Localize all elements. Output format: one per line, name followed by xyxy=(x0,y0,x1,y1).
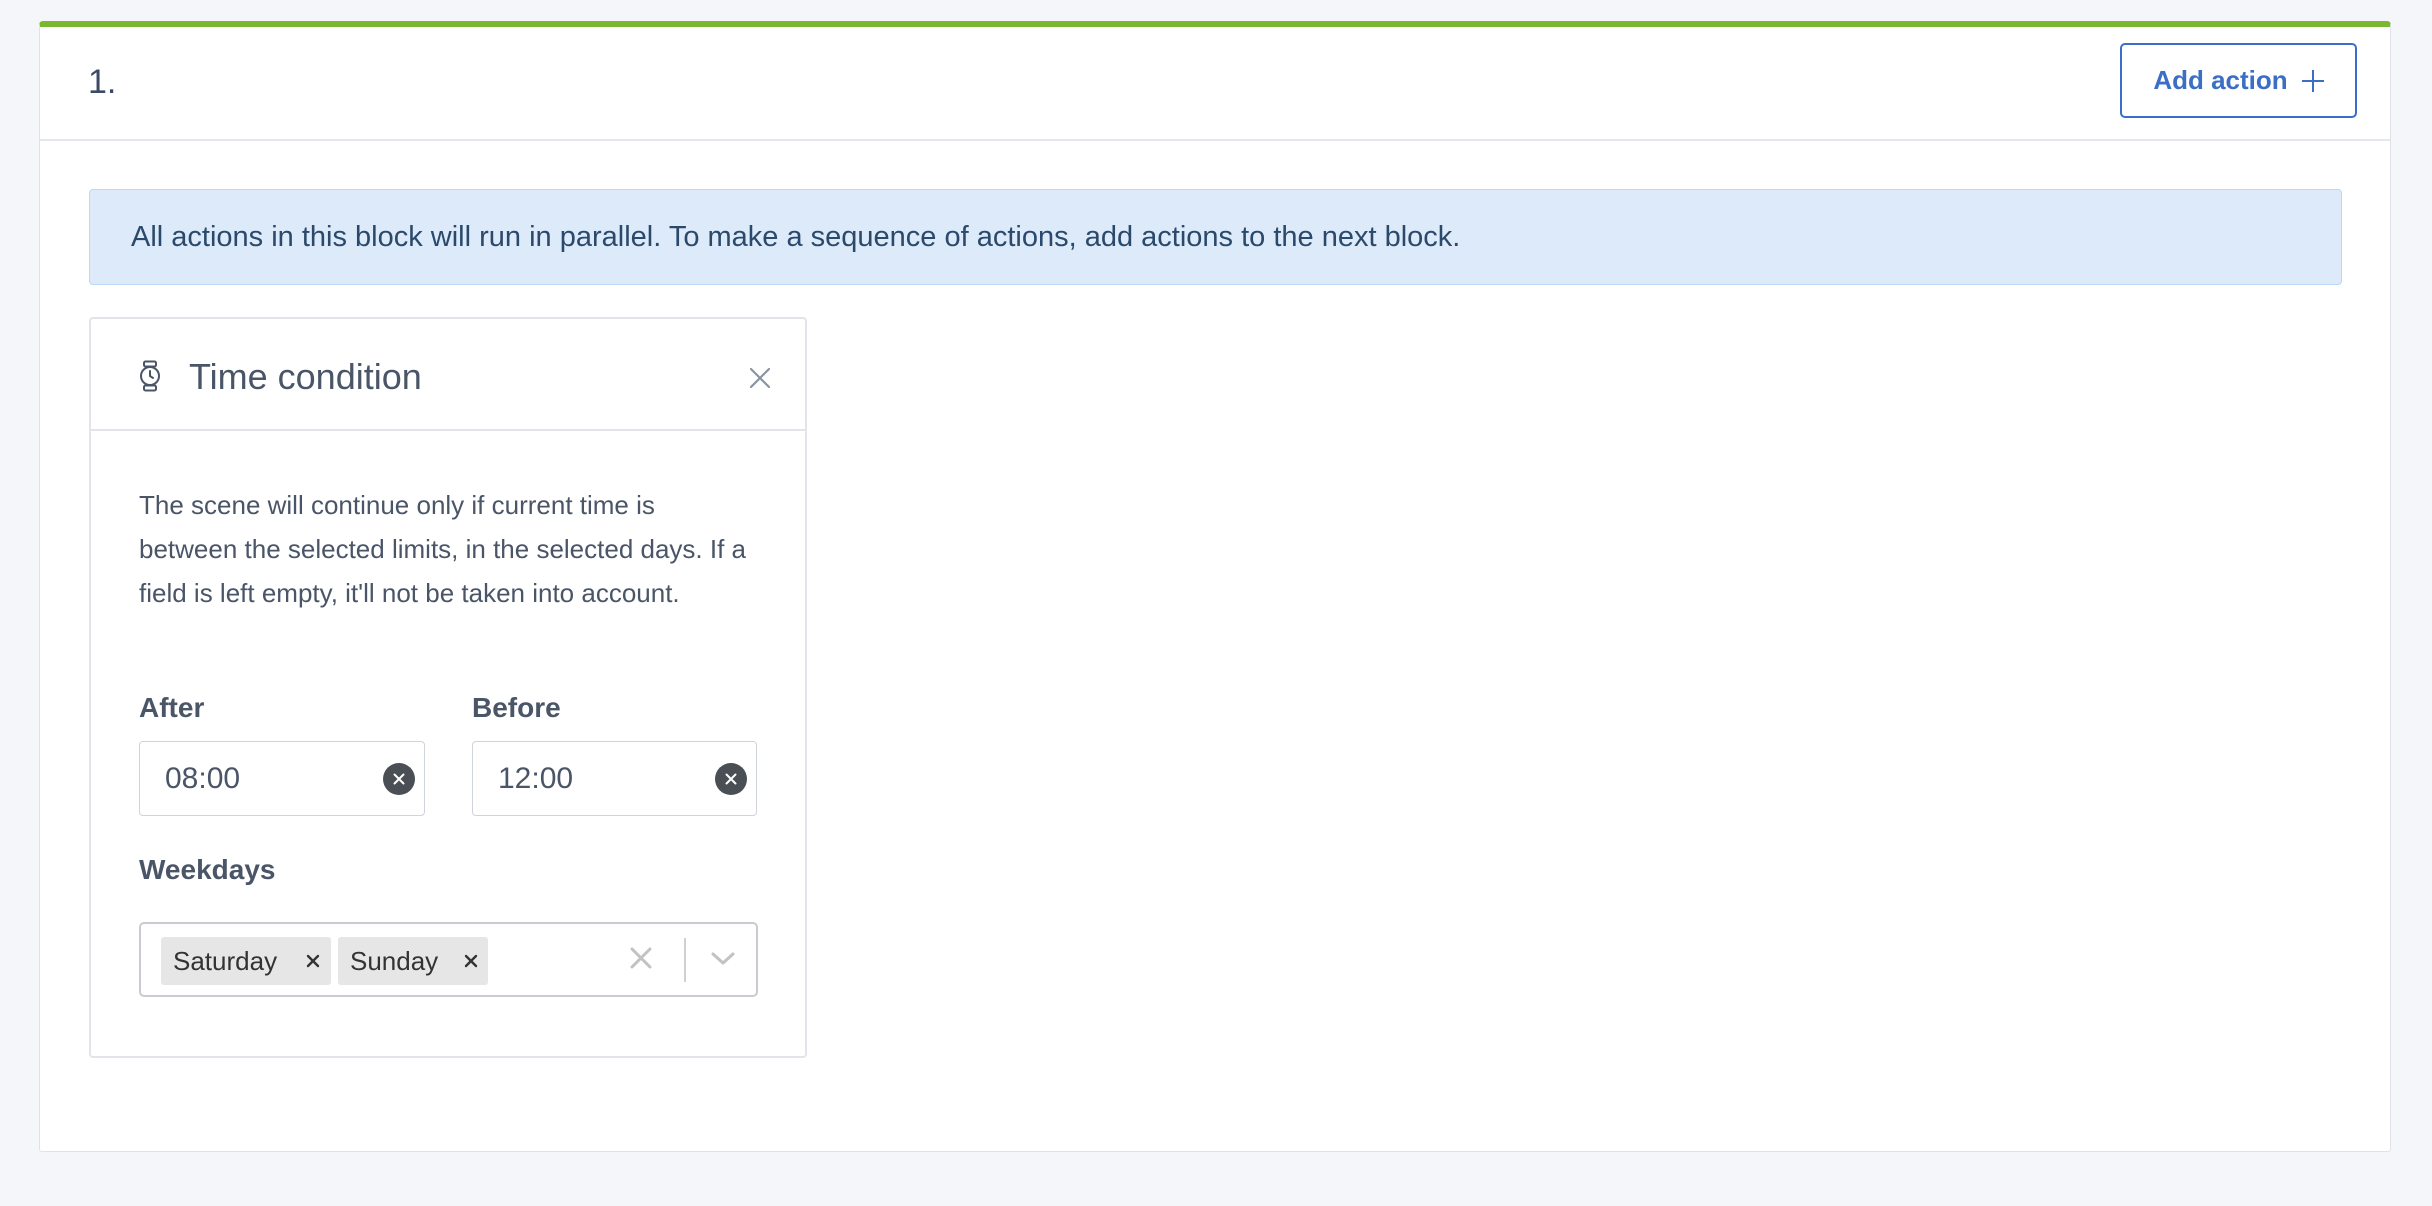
close-icon[interactable] xyxy=(749,367,771,394)
after-time-input[interactable]: 08:00 xyxy=(139,741,425,816)
before-time-input[interactable]: 12:00 xyxy=(472,741,757,816)
add-action-button[interactable]: Add action xyxy=(2120,43,2357,118)
parallel-info-alert: All actions in this block will run in pa… xyxy=(89,189,2342,285)
chip-label: Saturday xyxy=(173,945,278,976)
weekday-chip: Saturday xyxy=(161,937,331,985)
before-label: Before xyxy=(472,692,561,723)
chevron-down-icon[interactable] xyxy=(710,950,736,973)
chip-label: Sunday xyxy=(350,945,439,976)
remove-chip-icon[interactable] xyxy=(297,937,329,985)
clear-after-icon[interactable] xyxy=(383,763,415,795)
weekdays-select[interactable]: Saturday Sunday xyxy=(139,922,758,997)
card-title: Time condition xyxy=(189,356,422,397)
weekday-chip: Sunday xyxy=(338,937,488,985)
before-time-value: 12:00 xyxy=(498,762,574,795)
card-header: Time condition xyxy=(91,319,805,431)
card-description: The scene will continue only if current … xyxy=(139,490,747,608)
clear-all-icon[interactable] xyxy=(629,946,653,975)
info-text: All actions in this block will run in pa… xyxy=(131,220,1461,253)
action-block: 1. Add action All actions in this block … xyxy=(39,21,2391,1152)
time-condition-card: Time condition The scene will continue o… xyxy=(89,317,807,1058)
weekdays-label: Weekdays xyxy=(139,854,276,885)
select-divider xyxy=(684,938,686,982)
add-action-label: Add action xyxy=(2153,65,2288,95)
after-label: After xyxy=(139,692,205,723)
watch-icon xyxy=(139,360,161,397)
plus-icon xyxy=(2301,69,2324,92)
clear-before-icon[interactable] xyxy=(715,763,747,795)
block-number: 1. xyxy=(88,63,117,101)
block-header: 1. Add action xyxy=(40,27,2390,141)
after-time-value: 08:00 xyxy=(165,762,241,795)
remove-chip-icon[interactable] xyxy=(455,937,487,985)
